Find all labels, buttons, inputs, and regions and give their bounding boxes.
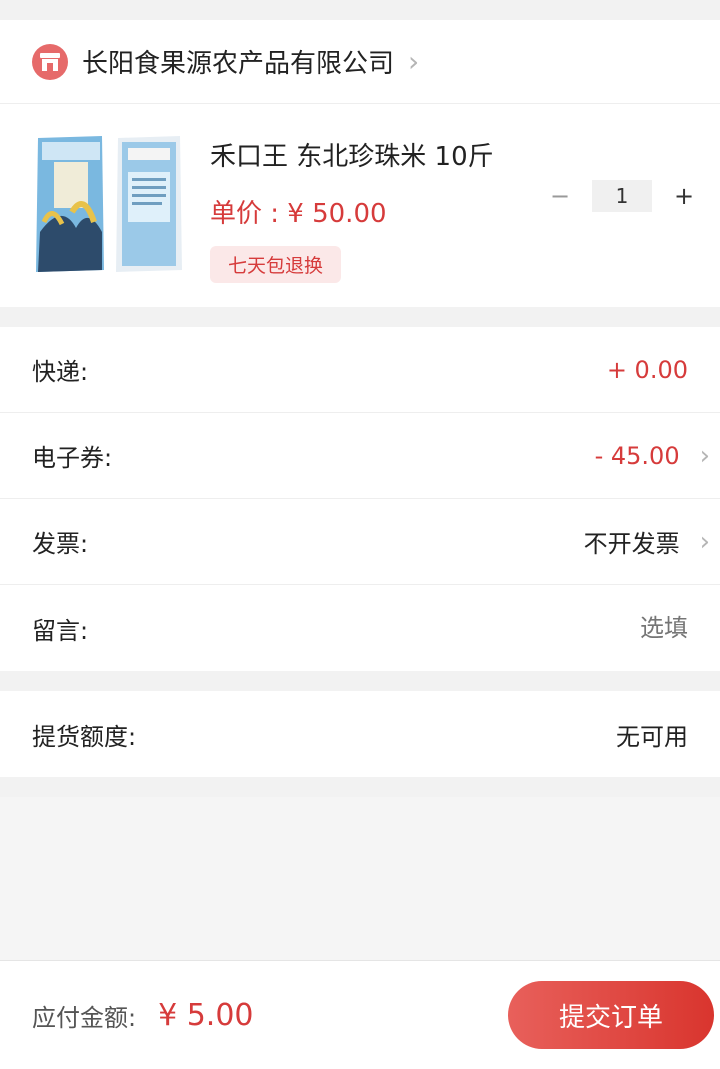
- chevron-right-icon: ›: [699, 440, 710, 471]
- submit-order-button[interactable]: 提交订单: [508, 981, 714, 1049]
- pickup-quota-label: 提货额度:: [32, 722, 137, 751]
- coupon-label: 电子券:: [32, 444, 113, 472]
- total-amount: ¥ 5.00: [158, 997, 254, 1033]
- message-label: 留言:: [32, 616, 89, 645]
- product-item: 禾口王 东北珍珠米 10斤 单价 : ¥ 50.00 七天包退换 − 1 +: [0, 104, 720, 307]
- shipping-label: 快递:: [32, 358, 89, 386]
- order-options-card: 快递: + 0.00 电子券: - 45.00 › 发票: 不开发票 › 留言:: [0, 327, 720, 671]
- invoice-value: 不开发票: [583, 530, 680, 558]
- message-row: 留言:: [0, 585, 720, 671]
- chevron-right-icon: ›: [408, 45, 420, 78]
- section-gap: [0, 307, 720, 327]
- pickup-quota-value: 无可用: [616, 722, 688, 751]
- shipping-row: 快递: + 0.00: [0, 327, 720, 413]
- coupon-value: - 45.00: [594, 441, 680, 470]
- pickup-quota-row: 提货额度: 无可用: [0, 691, 720, 777]
- invoice-row[interactable]: 发票: 不开发票 ›: [0, 499, 720, 585]
- product-info: 禾口王 东北珍珠米 10斤 单价 : ¥ 50.00 七天包退换: [210, 132, 720, 307]
- store-icon: [32, 43, 68, 80]
- product-image[interactable]: [32, 132, 190, 276]
- quantity-input[interactable]: 1: [592, 180, 652, 212]
- chevron-right-icon: ›: [699, 526, 710, 557]
- coupon-row[interactable]: 电子券: - 45.00 ›: [0, 413, 720, 499]
- product-title: 禾口王 东北珍珠米 10斤: [210, 142, 494, 172]
- message-input[interactable]: [488, 614, 688, 642]
- pickup-card: 提货额度: 无可用: [0, 691, 720, 777]
- shipping-value: + 0.00: [606, 355, 688, 384]
- section-gap: [0, 777, 720, 797]
- top-gap: [0, 0, 720, 20]
- return-policy-badge: 七天包退换: [210, 246, 342, 283]
- section-gap: [0, 671, 720, 691]
- quantity-stepper: − 1 +: [538, 180, 706, 212]
- decrease-quantity-button[interactable]: −: [538, 182, 582, 210]
- checkout-bar: 应付金额: ¥ 5.00 提交订单: [0, 960, 720, 1069]
- total-label: 应付金额:: [32, 1003, 137, 1032]
- invoice-label: 发票:: [32, 530, 89, 558]
- shop-name: 长阳食果源农产品有限公司: [82, 49, 395, 79]
- shop-header[interactable]: 长阳食果源农产品有限公司 ›: [0, 20, 720, 104]
- increase-quantity-button[interactable]: +: [662, 182, 706, 210]
- order-item-card: 长阳食果源农产品有限公司 › 禾口王 东北珍珠米 10斤 单价: ¥ 50.0…: [0, 20, 720, 307]
